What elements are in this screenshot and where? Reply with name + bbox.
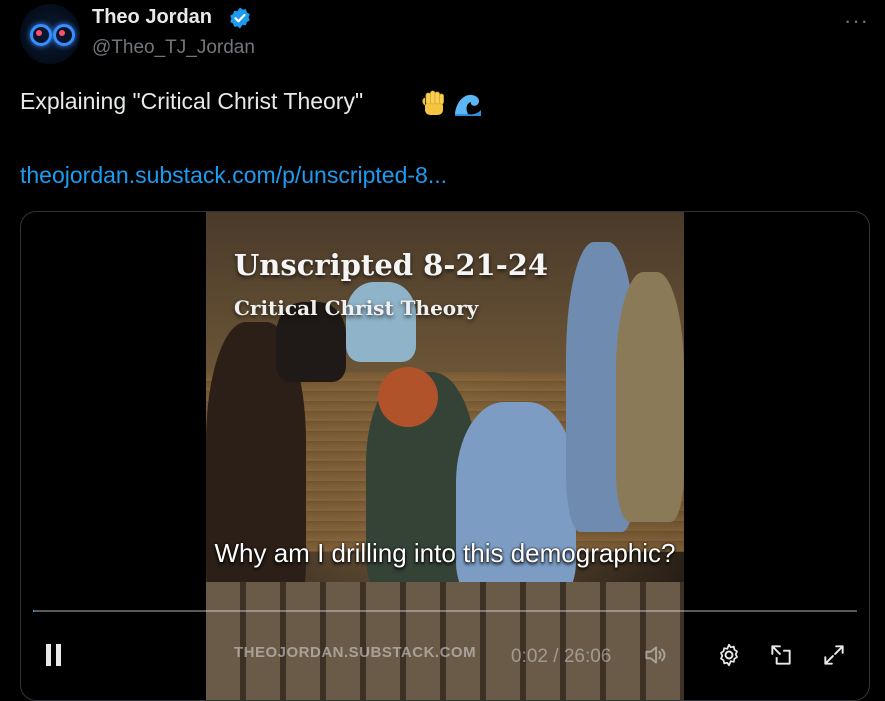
video-time: 0:02 / 26:06 bbox=[511, 646, 612, 667]
video-scene-fence bbox=[206, 582, 684, 700]
video-progress-bar[interactable] bbox=[33, 610, 857, 612]
fullscreen-button[interactable] bbox=[821, 642, 847, 668]
video-frame[interactable] bbox=[206, 212, 684, 700]
tweet-text: Explaining "Critical Christ Theory" bbox=[20, 88, 364, 114]
more-options-icon[interactable]: ··· bbox=[844, 8, 869, 34]
author-handle[interactable]: @Theo_TJ_Jordan bbox=[92, 37, 255, 59]
volume-icon bbox=[645, 646, 666, 664]
raised-fist-icon bbox=[418, 87, 450, 119]
video-progress-fill bbox=[33, 610, 35, 612]
avatar[interactable] bbox=[20, 4, 80, 64]
author-name[interactable]: Theo Jordan bbox=[92, 6, 212, 29]
pause-button[interactable] bbox=[43, 642, 65, 668]
video-scene-person bbox=[616, 272, 684, 522]
volume-button[interactable] bbox=[642, 642, 668, 668]
pip-button[interactable] bbox=[768, 642, 794, 668]
pause-icon-bar-right bbox=[56, 644, 61, 666]
gear-icon bbox=[720, 643, 738, 667]
video-subtitle: Critical Christ Theory bbox=[234, 296, 479, 320]
avatar-dot-left bbox=[36, 30, 42, 36]
verified-badge-icon bbox=[228, 6, 252, 30]
fullscreen-icon bbox=[824, 645, 844, 665]
settings-button[interactable] bbox=[716, 642, 742, 668]
video-scene-person bbox=[456, 402, 576, 602]
video-caption: Why am I drilling into this demographic? bbox=[214, 538, 676, 568]
tweet-link[interactable]: theojordan.substack.com/p/unscripted-8..… bbox=[20, 162, 447, 189]
video-player[interactable]: Unscripted 8-21-24 Critical Christ Theor… bbox=[20, 211, 870, 701]
water-wave-icon bbox=[452, 88, 484, 120]
video-scene-person bbox=[346, 282, 416, 362]
video-scene-person bbox=[378, 367, 438, 427]
picture-in-picture-icon bbox=[771, 645, 791, 665]
video-title: Unscripted 8-21-24 bbox=[234, 248, 549, 282]
pause-icon-bar-left bbox=[46, 644, 51, 666]
video-watermark: THEOJORDAN.SUBSTACK.COM bbox=[234, 644, 477, 661]
avatar-dot-right bbox=[59, 30, 65, 36]
